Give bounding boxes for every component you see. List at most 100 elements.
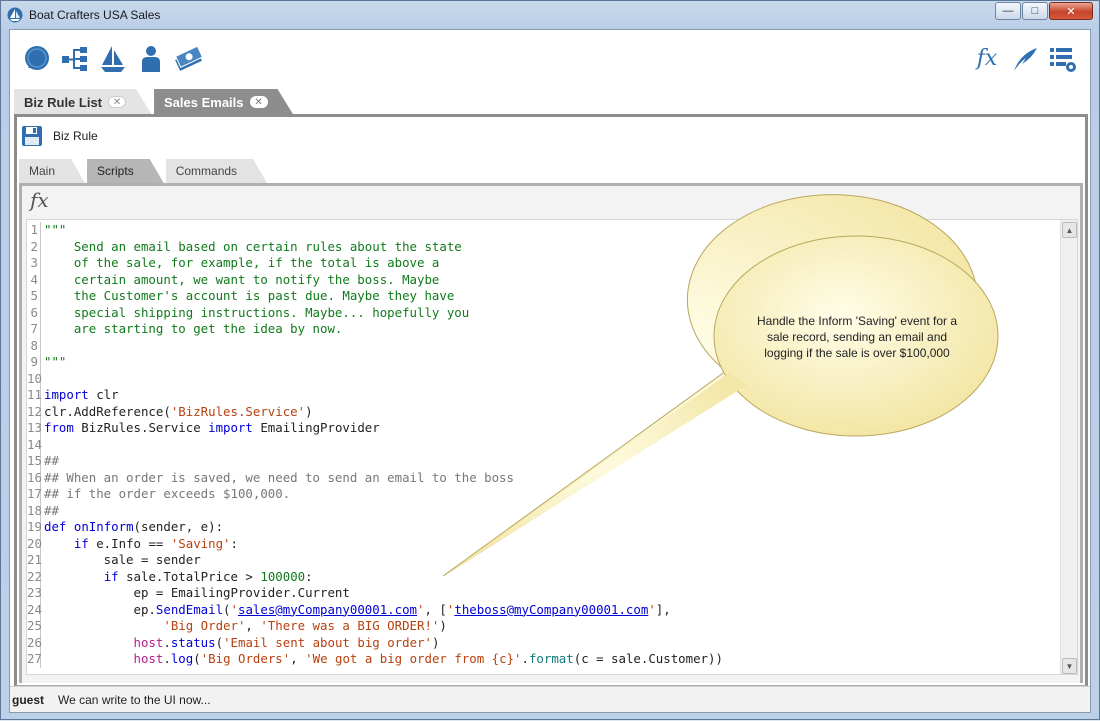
tab-label: Commands [175, 164, 238, 178]
code-token: import [44, 387, 89, 402]
function-icon[interactable]: fx [972, 44, 1002, 74]
window-title: Boat Crafters USA Sales [29, 8, 161, 22]
code-line[interactable]: 27 host.log('Big Orders', 'We got a big … [27, 651, 1057, 668]
line-text: 'Big Order', 'There was a BIG ORDER!') [44, 618, 447, 635]
code-line[interactable]: 2 Send an email based on certain rules a… [27, 238, 1057, 256]
code-line[interactable]: 14 [27, 436, 1057, 453]
tab-sales-emails[interactable]: Sales Emails ✕ [154, 89, 294, 115]
tab-main[interactable]: Main [19, 159, 85, 183]
code-line[interactable]: 4 certain amount, we want to notify the … [27, 271, 1057, 288]
code-token: , [290, 651, 306, 666]
person-icon[interactable] [136, 44, 166, 74]
close-icon: ✕ [1066, 5, 1076, 18]
code-token: ( [215, 634, 224, 650]
chat-icon[interactable] [22, 44, 52, 74]
line-text: host.log('Big Orders', 'We got a big ord… [44, 651, 723, 668]
code-token: sale = sender [44, 552, 201, 567]
line-text: host.status('Email sent about big order'… [44, 634, 440, 652]
line-number: 17 [27, 486, 42, 503]
maximize-button[interactable]: □ [1022, 2, 1048, 20]
code-line[interactable]: 18 ## [27, 502, 1057, 519]
function-button[interactable]: fx [30, 190, 49, 218]
money-icon[interactable] [174, 44, 204, 74]
code-line[interactable]: 10 [27, 370, 1057, 387]
tab-commands[interactable]: Commands [166, 159, 267, 183]
code-token: status [170, 634, 216, 650]
code-line[interactable]: 11 import clr [27, 387, 1057, 404]
line-text: ## When an order is saved, we need to se… [44, 470, 514, 487]
line-text: special shipping instructions. Maybe... … [44, 305, 469, 322]
code-token: SendEmail [155, 601, 224, 617]
code-line[interactable]: 13 from BizRules.Service import EmailingP… [27, 420, 1057, 437]
line-number: 9 [27, 354, 41, 371]
callout-text: Handle the Inform 'Saving' event for a s… [756, 314, 958, 360]
code-line[interactable]: 16 ## When an order is saved, we need to … [27, 469, 1057, 487]
code-line[interactable]: 17 ## if the order exceeds $100,000. [27, 486, 1057, 503]
code-token: BizRules.Service [73, 420, 209, 435]
save-icon[interactable] [21, 125, 43, 147]
inner-tabs: Main Scripts Commands [19, 159, 269, 183]
code-line[interactable]: 24 ep.SendEmail('sales@myCompany00001.co… [27, 601, 1057, 618]
code-line[interactable]: 19 def onInform(sender, e): [27, 519, 1057, 536]
line-number: 25 [27, 618, 42, 635]
code-token: 'Big Order' [163, 618, 246, 633]
code-line[interactable]: 22 if sale.TotalPrice > 100000: [27, 568, 1057, 585]
code-editor[interactable]: 1 """ 2 Send an email based on certain rul… [26, 219, 1078, 675]
code-line[interactable]: 20 if e.Info == 'Saving': [27, 535, 1057, 552]
code-token: EmailingProvider [252, 420, 380, 435]
code-token: ## [44, 453, 59, 468]
hierarchy-icon[interactable] [60, 44, 90, 74]
code-token: format [528, 651, 574, 666]
line-text: Send an email based on certain rules abo… [44, 239, 462, 256]
sailboat-icon[interactable] [98, 44, 128, 74]
code-token: ( [193, 651, 201, 666]
code-line[interactable]: 25 'Big Order', 'There was a BIG ORDER!'… [27, 618, 1057, 635]
code-line[interactable]: 1 """ [27, 222, 1057, 239]
code-line[interactable]: 23 ep = EmailingProvider.Current [27, 585, 1057, 602]
code-token: ( [223, 601, 231, 617]
function-glyph: fx [976, 46, 998, 71]
scroll-up-icon[interactable]: ▲ [1062, 222, 1077, 238]
line-text: ep = EmailingProvider.Current [44, 585, 350, 602]
tab-biz-rule-list[interactable]: Biz Rule List ✕ [14, 89, 152, 115]
code-token: 'There was a BIG ORDER!' [260, 618, 440, 633]
code-line[interactable]: 3 of the sale, for example, if the total… [27, 255, 1057, 272]
code-line[interactable]: 5 the Customer's account is past due. Ma… [27, 288, 1057, 305]
line-number: 23 [27, 585, 42, 602]
vertical-scrollbar[interactable]: ▲ ▼ [1060, 220, 1077, 674]
close-tab-icon[interactable]: ✕ [108, 96, 126, 108]
minimize-button[interactable]: — [995, 2, 1021, 20]
scroll-down-icon[interactable]: ▼ [1062, 658, 1077, 674]
line-number: 4 [27, 271, 41, 288]
line-number: 24 [27, 601, 42, 618]
code-token: ' [648, 601, 656, 617]
email-link[interactable]: sales@myCompany00001.com [238, 602, 417, 617]
code-line[interactable]: 15 ## [27, 453, 1057, 470]
tab-label: Scripts [97, 164, 134, 178]
status-bar: guest We can write to the UI now... [10, 686, 1090, 712]
list-settings-icon[interactable] [1048, 44, 1078, 74]
code-token: 'Saving' [170, 535, 231, 551]
title-bar[interactable]: Boat Crafters USA Sales — □ ✕ [1, 1, 1099, 29]
code-token: (sender, e): [133, 519, 224, 534]
email-link[interactable]: theboss@myCompany00001.com [454, 602, 648, 617]
code-token: special shipping instructions. Maybe... … [44, 304, 470, 320]
code-line[interactable]: 26 host.status('Email sent about big ord… [27, 634, 1057, 652]
document-tabs: Biz Rule List ✕ Sales Emails ✕ [14, 89, 296, 115]
code-lines[interactable]: 1 """ 2 Send an email based on certain rul… [27, 222, 1057, 668]
toolbar-right: fx [972, 44, 1078, 74]
line-number: 27 [27, 651, 42, 668]
code-line[interactable]: 12 clr.AddReference('BizRules.Service') [27, 403, 1057, 421]
tab-label: Sales Emails [164, 94, 244, 110]
save-label: Biz Rule [53, 129, 98, 143]
code-line[interactable]: 21 sale = sender [27, 552, 1057, 569]
document-content: Biz Rule Main Scripts Commands fx 1 """ 2 … [14, 114, 1088, 686]
close-button[interactable]: ✕ [1049, 2, 1093, 20]
feather-icon[interactable] [1010, 44, 1040, 74]
close-tab-icon[interactable]: ✕ [250, 96, 268, 108]
line-text: clr.AddReference('BizRules.Service') [44, 404, 313, 421]
tab-scripts[interactable]: Scripts [87, 159, 164, 183]
